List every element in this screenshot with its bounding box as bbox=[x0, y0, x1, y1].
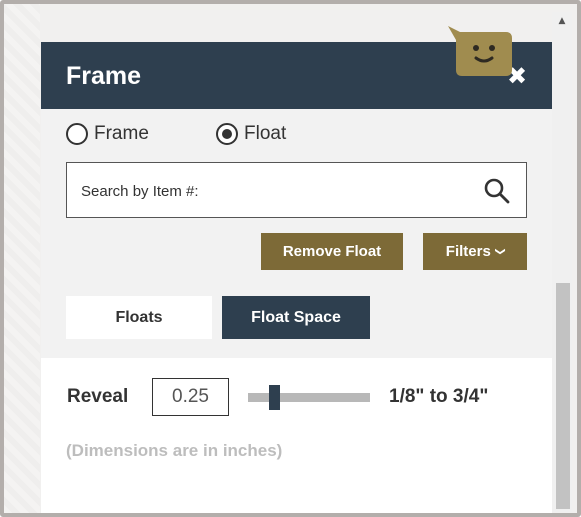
background-page bbox=[4, 4, 40, 513]
filters-button[interactable]: Filters ❯ bbox=[423, 233, 527, 270]
radio-unchecked-icon[interactable] bbox=[66, 123, 88, 145]
reveal-label: Reveal bbox=[67, 386, 129, 407]
tab-floats-label: Floats bbox=[115, 308, 163, 326]
scrollbar-thumb[interactable] bbox=[556, 283, 570, 509]
panel-title: Frame bbox=[66, 62, 142, 90]
filters-label: Filters bbox=[445, 243, 491, 260]
radio-float[interactable]: Float bbox=[216, 121, 286, 147]
radio-float-label: Float bbox=[244, 123, 287, 144]
search-box bbox=[66, 162, 527, 219]
search-icon[interactable] bbox=[483, 177, 511, 205]
radio-checked-icon[interactable] bbox=[216, 123, 238, 145]
reveal-slider-track[interactable] bbox=[248, 393, 370, 402]
dimensions-note: (Dimensions are in inches) bbox=[66, 441, 283, 460]
tab-float-space[interactable]: Float Space bbox=[222, 296, 370, 339]
scroll-up-arrow-icon[interactable]: ▲ bbox=[555, 16, 569, 26]
radio-frame-label: Frame bbox=[94, 123, 149, 144]
radio-frame[interactable]: Frame bbox=[66, 121, 149, 147]
reveal-range-label: 1/8" to 3/4" bbox=[389, 386, 489, 407]
reveal-slider-handle[interactable] bbox=[269, 385, 280, 410]
reveal-input[interactable] bbox=[152, 378, 229, 416]
float-space-content bbox=[41, 358, 552, 513]
remove-float-button[interactable]: Remove Float bbox=[261, 233, 403, 270]
chevron-down-icon: ❯ bbox=[494, 247, 506, 256]
smiley-chat-icon[interactable] bbox=[446, 26, 514, 78]
remove-float-label: Remove Float bbox=[282, 243, 382, 260]
search-input[interactable] bbox=[79, 163, 473, 219]
tab-floats[interactable]: Floats bbox=[66, 296, 212, 339]
tab-float-space-label: Float Space bbox=[251, 308, 341, 326]
